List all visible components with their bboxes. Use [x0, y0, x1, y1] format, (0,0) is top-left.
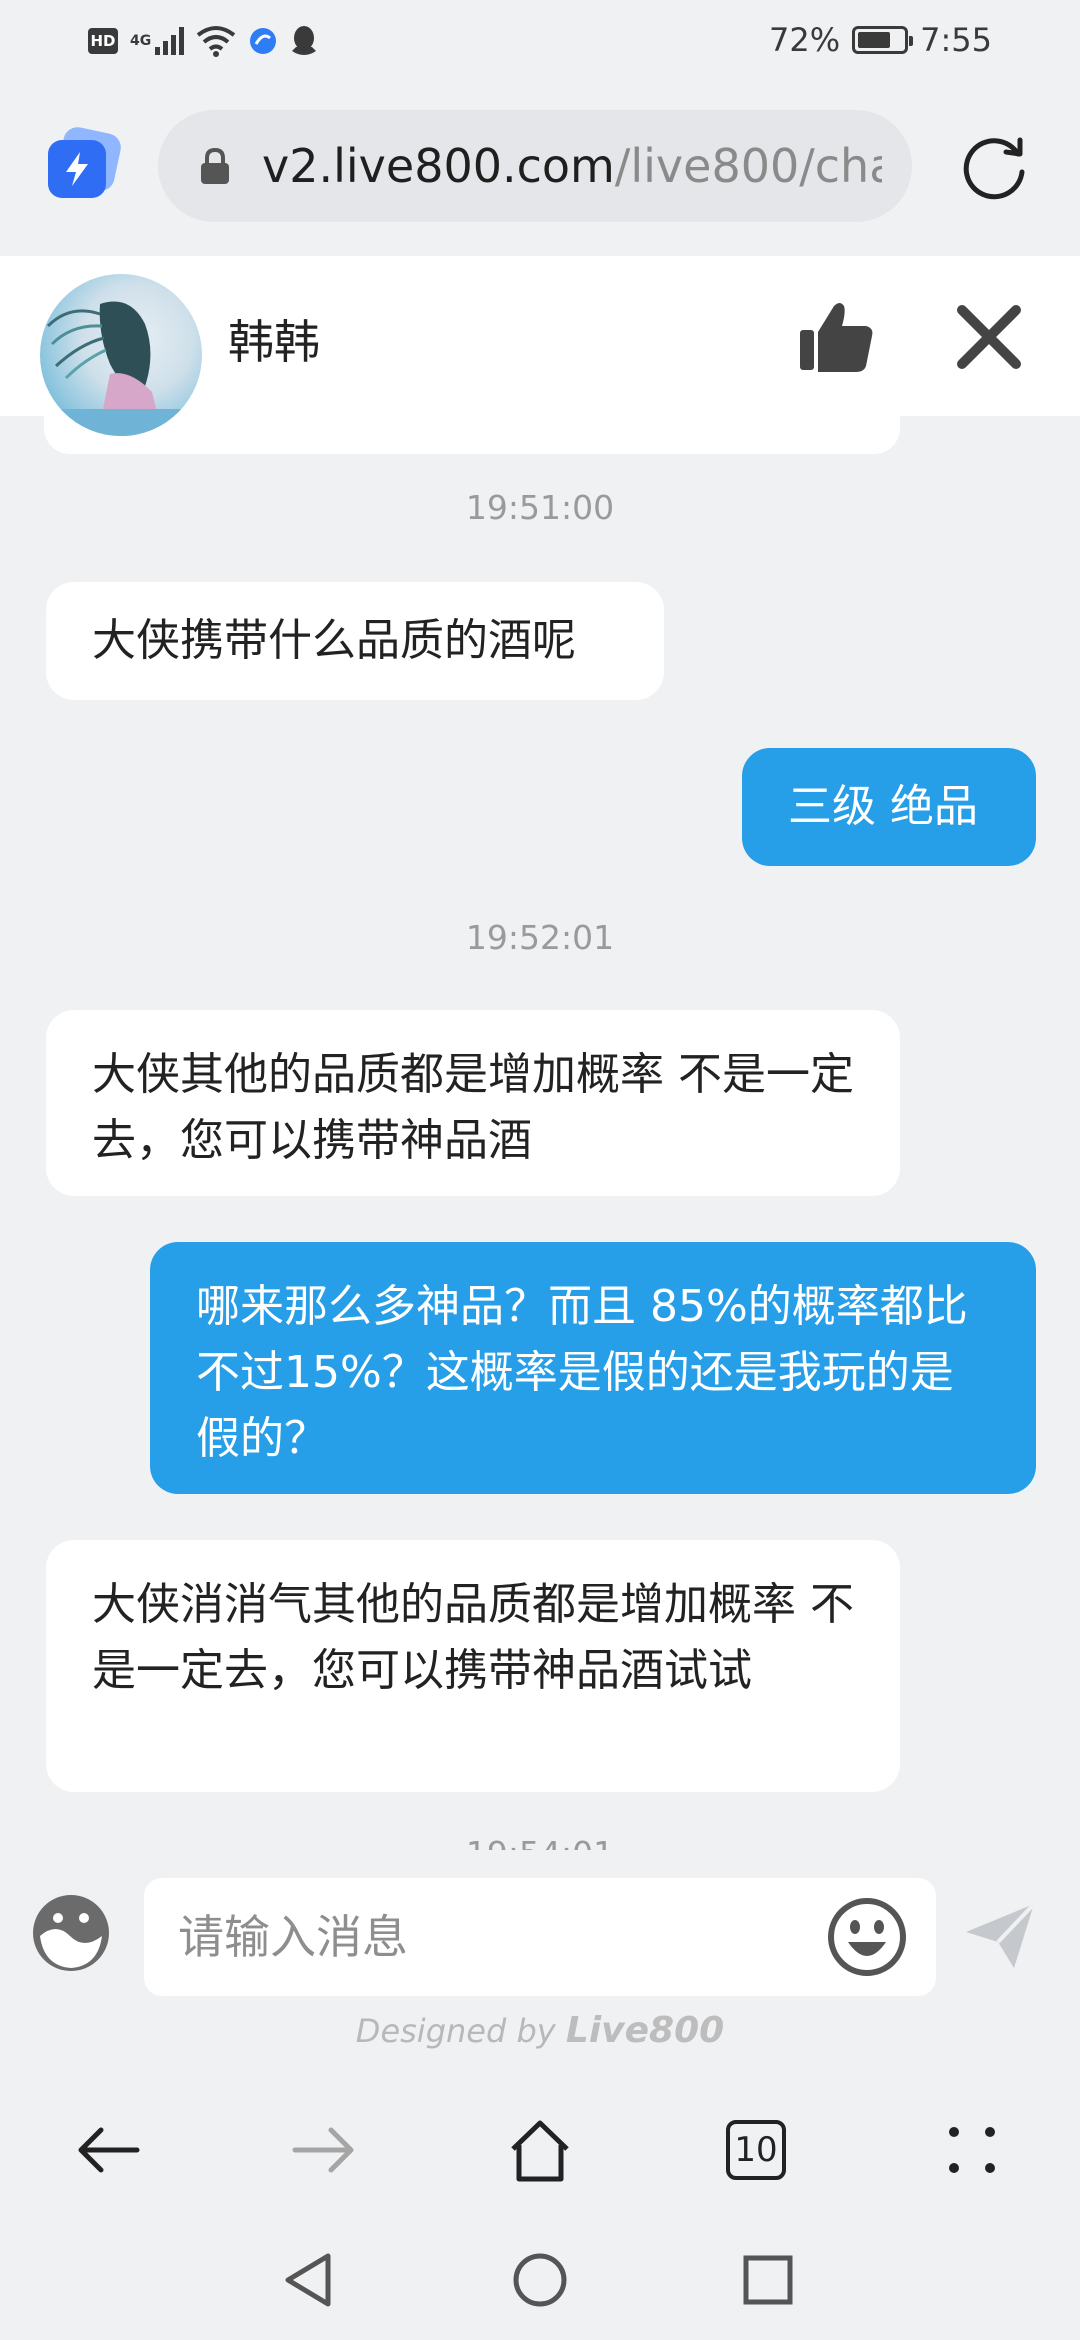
- battery-level: [858, 32, 890, 48]
- brand-logo: Live800: [565, 2010, 725, 2051]
- wifi-icon: [197, 26, 236, 57]
- 4g-signal-icon: 4G: [130, 27, 185, 55]
- incoming-message: 大侠消消气其他的品质都是增加概率 不是一定去，您可以携带神品酒试试: [46, 1540, 900, 1792]
- browser-toolbar: v2.live800.com/live800/chat(: [0, 80, 1080, 256]
- smiley-icon[interactable]: [826, 1896, 908, 1978]
- incoming-message: 大侠其他的品质都是增加概率 不是一定去，您可以携带神品酒: [46, 1010, 900, 1196]
- send-icon[interactable]: [962, 1898, 1038, 1974]
- back-arrow-icon[interactable]: [68, 2110, 148, 2190]
- message-timestamp: 19:54:01: [0, 1834, 1080, 1850]
- emoji-panel-icon[interactable]: [30, 1892, 112, 1974]
- lock-icon: [201, 147, 229, 184]
- qq-icon: [292, 26, 317, 55]
- close-icon[interactable]: [956, 304, 1022, 370]
- back-triangle-icon[interactable]: [268, 2240, 348, 2320]
- bolt-app-icon[interactable]: [48, 124, 124, 200]
- hd-icon: HD: [88, 28, 118, 54]
- designed-by-footer: Designed by Live800: [0, 2010, 1080, 2051]
- recents-square-icon[interactable]: [728, 2240, 808, 2320]
- message-input-bar: [0, 1850, 1080, 2000]
- designed-by-text: Designed by: [355, 2012, 566, 2050]
- outgoing-message: 哪来那么多神品？而且 85%的概率都比不过15%？这概率是假的还是我玩的是假的？: [150, 1242, 1036, 1494]
- thumbs-up-icon[interactable]: [796, 296, 876, 376]
- status-icons-left: HD 4G: [88, 20, 318, 62]
- url-host: v2.live800.com: [262, 139, 615, 193]
- battery-percent: 72%: [769, 21, 841, 59]
- message-timestamp: 19:52:01: [465, 918, 615, 957]
- agent-name: 韩韩: [228, 315, 320, 369]
- home-icon[interactable]: [500, 2110, 580, 2190]
- tabs-icon[interactable]: 10: [716, 2110, 796, 2190]
- menu-dots-icon[interactable]: [932, 2110, 1012, 2190]
- forward-arrow-icon[interactable]: [284, 2110, 364, 2190]
- home-circle-icon[interactable]: [500, 2240, 580, 2320]
- clock: 7:55: [920, 21, 992, 59]
- reload-icon[interactable]: [960, 132, 1032, 204]
- chat-messages[interactable]: 19:51:00 大侠携带什么品质的酒呢 三级 绝品 19:52:01 大侠其他…: [0, 416, 1080, 1850]
- battery-icon: [852, 26, 914, 54]
- message-input[interactable]: [144, 1878, 936, 1996]
- system-nav-bar: [0, 2220, 1080, 2340]
- outgoing-message: 三级 绝品: [742, 748, 1036, 866]
- status-icons-right: 72% 7:55: [769, 16, 992, 64]
- message-timestamp: 19:51:00: [465, 488, 615, 527]
- browser-bottom-nav: 10: [0, 2080, 1080, 2220]
- address-bar[interactable]: v2.live800.com/live800/chat(: [158, 110, 912, 222]
- tab-count: 10: [726, 2120, 786, 2180]
- url-text[interactable]: v2.live800.com/live800/chat(: [262, 139, 882, 193]
- incoming-message: 大侠携带什么品质的酒呢: [46, 582, 664, 700]
- browser-app-icon: [250, 28, 277, 54]
- url-path: /live800/chat(: [614, 139, 882, 193]
- chat-header: 韩韩: [0, 256, 1080, 436]
- status-bar: HD 4G 72% 7:55: [0, 0, 1080, 80]
- agent-avatar: [40, 274, 202, 436]
- previous-message-bubble: [44, 416, 900, 454]
